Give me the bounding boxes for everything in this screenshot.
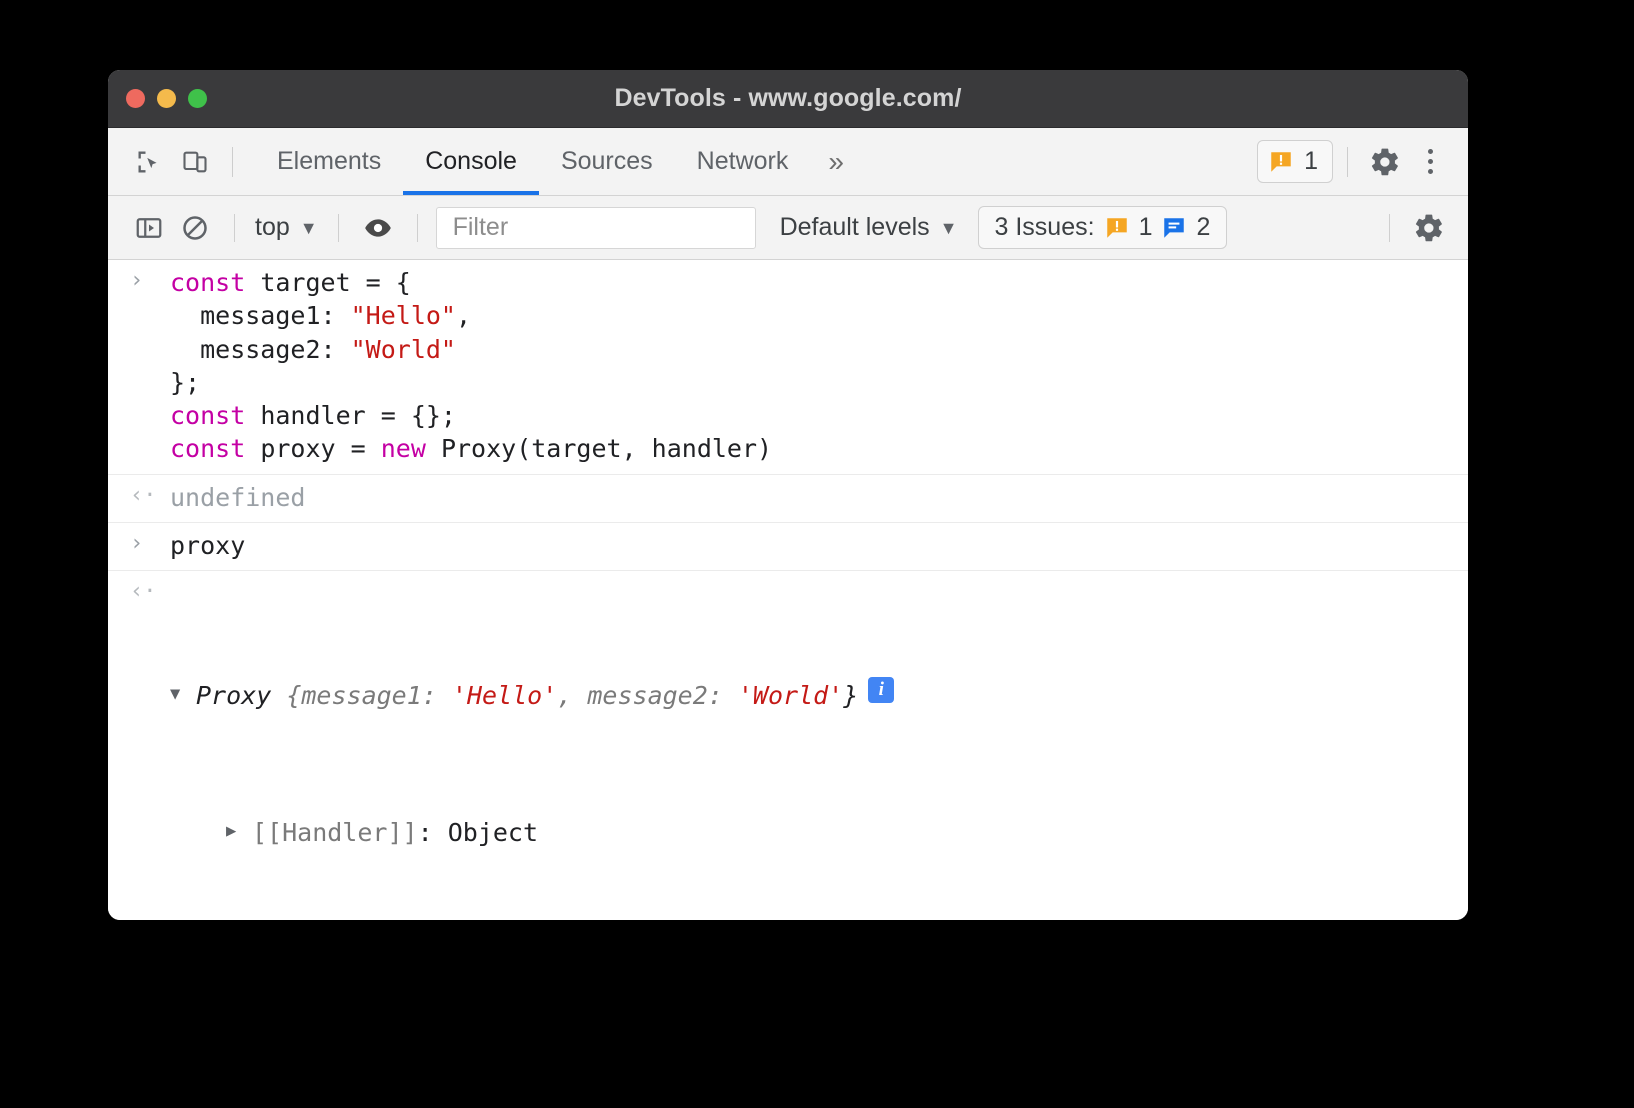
console-toolbar-divider-2 <box>338 214 339 242</box>
handler-separator: : <box>418 816 448 849</box>
code-text-3: , <box>456 301 471 330</box>
execution-context-label: top <box>255 213 290 242</box>
console-toolbar-divider-3 <box>417 214 418 242</box>
input-marker-2: › <box>130 523 170 570</box>
toolbar-divider <box>232 147 233 177</box>
tree-row-handler[interactable]: ▶[[Handler]]: Object <box>170 814 894 851</box>
info-badge-icon[interactable]: i <box>868 677 894 703</box>
execution-context-selector[interactable]: top ▼ <box>251 213 322 242</box>
tab-elements-label: Elements <box>277 147 381 176</box>
window-title: DevTools - www.google.com/ <box>108 84 1468 113</box>
console-result-undefined-value: undefined <box>170 475 305 522</box>
code-keyword-const-3: const <box>170 434 245 463</box>
create-live-expression-icon[interactable] <box>355 205 401 251</box>
proxy-preview-key-2: message2: <box>587 681 738 710</box>
code-keyword-const-2: const <box>170 401 245 430</box>
close-window-button[interactable] <box>126 89 145 108</box>
proxy-preview-row[interactable]: ▼Proxy {message1: 'Hello', message2: 'Wo… <box>170 677 894 714</box>
code-keyword-new: new <box>381 434 426 463</box>
issues-info-count: 2 <box>1196 213 1210 242</box>
tab-network[interactable]: Network <box>675 128 811 195</box>
more-tabs-icon[interactable]: » <box>810 128 862 195</box>
device-toolbar-icon[interactable] <box>172 139 218 185</box>
filter-input[interactable] <box>451 212 741 243</box>
console-toolbar-right <box>1373 205 1452 251</box>
warning-count-badge[interactable]: 1 <box>1257 140 1333 183</box>
proxy-preview-separator: , <box>557 681 587 710</box>
console-toolbar-divider-1 <box>234 214 235 242</box>
tab-network-label: Network <box>697 147 789 176</box>
issue-info-icon <box>1161 215 1187 241</box>
more-tabs-label: » <box>828 146 844 178</box>
issues-label: 3 Issues: <box>995 213 1095 242</box>
code-text-2: message1: <box>170 301 351 330</box>
chevron-down-icon: ▼ <box>300 219 318 237</box>
warning-message-icon <box>1268 149 1294 175</box>
handler-expander-icon[interactable]: ▶ <box>226 816 252 847</box>
input-marker-1: › <box>130 260 170 474</box>
code-keyword-const-1: const <box>170 268 245 297</box>
proxy-object-tree: ▼Proxy {message1: 'Hello', message2: 'Wo… <box>170 571 894 920</box>
filter-input-wrapper[interactable] <box>436 207 756 249</box>
tab-console-label: Console <box>425 147 517 176</box>
console-input-entry-1[interactable]: › const target = { message1: "Hello", me… <box>108 260 1468 475</box>
code-text-6: handler = {}; <box>245 401 456 430</box>
output-marker-1: ‹· <box>130 475 170 522</box>
console-result-undefined[interactable]: ‹· undefined <box>108 475 1468 523</box>
inspect-element-icon[interactable] <box>126 139 172 185</box>
console-result-proxy[interactable]: ‹· ▼Proxy {message1: 'Hello', message2: … <box>108 571 1468 920</box>
code-text-7: proxy = <box>245 434 380 463</box>
devtools-window: DevTools - www.google.com/ Elements Cons… <box>108 70 1468 920</box>
tab-sources-label: Sources <box>561 147 653 176</box>
proxy-type-name: Proxy <box>196 681 271 710</box>
panel-tabs: Elements Console Sources Network » <box>255 128 862 195</box>
warning-count: 1 <box>1304 147 1318 176</box>
proxy-preview-open: { <box>271 681 301 710</box>
issues-warning-count: 1 <box>1139 213 1153 242</box>
console-message-list[interactable]: › const target = { message1: "Hello", me… <box>108 260 1468 920</box>
code-text-8: Proxy(target, handler) <box>426 434 772 463</box>
console-sidebar-icon[interactable] <box>126 205 172 251</box>
proxy-preview-key-1: message1: <box>301 681 452 710</box>
code-string-hello-1: "Hello" <box>351 301 456 330</box>
code-text-5: }; <box>170 368 200 397</box>
handler-slot-name: [[Handler]] <box>252 816 418 849</box>
console-input-code-1: const target = { message1: "Hello", mess… <box>170 260 772 474</box>
clear-console-icon[interactable] <box>172 205 218 251</box>
issue-warning-icon <box>1104 215 1130 241</box>
log-levels-label: Default levels <box>780 213 930 242</box>
proxy-expander-icon[interactable]: ▼ <box>170 679 196 710</box>
handler-value: Object <box>448 816 538 849</box>
output-marker-2: ‹· <box>130 571 170 920</box>
minimize-window-button[interactable] <box>157 89 176 108</box>
issues-badge[interactable]: 3 Issues: 1 2 <box>978 206 1228 249</box>
proxy-preview-value-2: 'World' <box>738 681 843 710</box>
tab-elements[interactable]: Elements <box>255 128 403 195</box>
tab-bar-actions: 1 <box>1257 139 1452 185</box>
chevron-down-icon-levels: ▼ <box>940 219 958 237</box>
maximize-window-button[interactable] <box>188 89 207 108</box>
tab-bar-divider <box>1347 147 1348 177</box>
code-string-world-1: "World" <box>351 335 456 364</box>
proxy-preview-close: } <box>843 681 858 710</box>
tab-console[interactable]: Console <box>403 128 539 195</box>
log-levels-selector[interactable]: Default levels ▼ <box>780 213 958 242</box>
tab-sources[interactable]: Sources <box>539 128 675 195</box>
console-toolbar: top ▼ Default levels ▼ 3 Issues: 1 <box>108 196 1468 260</box>
code-text-4: message2: <box>170 335 351 364</box>
console-settings-icon[interactable] <box>1406 205 1452 251</box>
window-title-bar: DevTools - www.google.com/ <box>108 70 1468 128</box>
code-text-1: target = { <box>245 268 411 297</box>
console-input-code-2: proxy <box>170 523 245 570</box>
proxy-preview-value-1: 'Hello' <box>452 681 557 710</box>
console-input-entry-2[interactable]: › proxy <box>108 523 1468 571</box>
traffic-lights <box>126 89 207 108</box>
devtools-tab-bar: Elements Console Sources Network » <box>108 128 1468 196</box>
console-toolbar-divider-4 <box>1389 214 1390 242</box>
gear-icon[interactable] <box>1362 139 1408 185</box>
kebab-menu-icon[interactable] <box>1408 140 1452 184</box>
